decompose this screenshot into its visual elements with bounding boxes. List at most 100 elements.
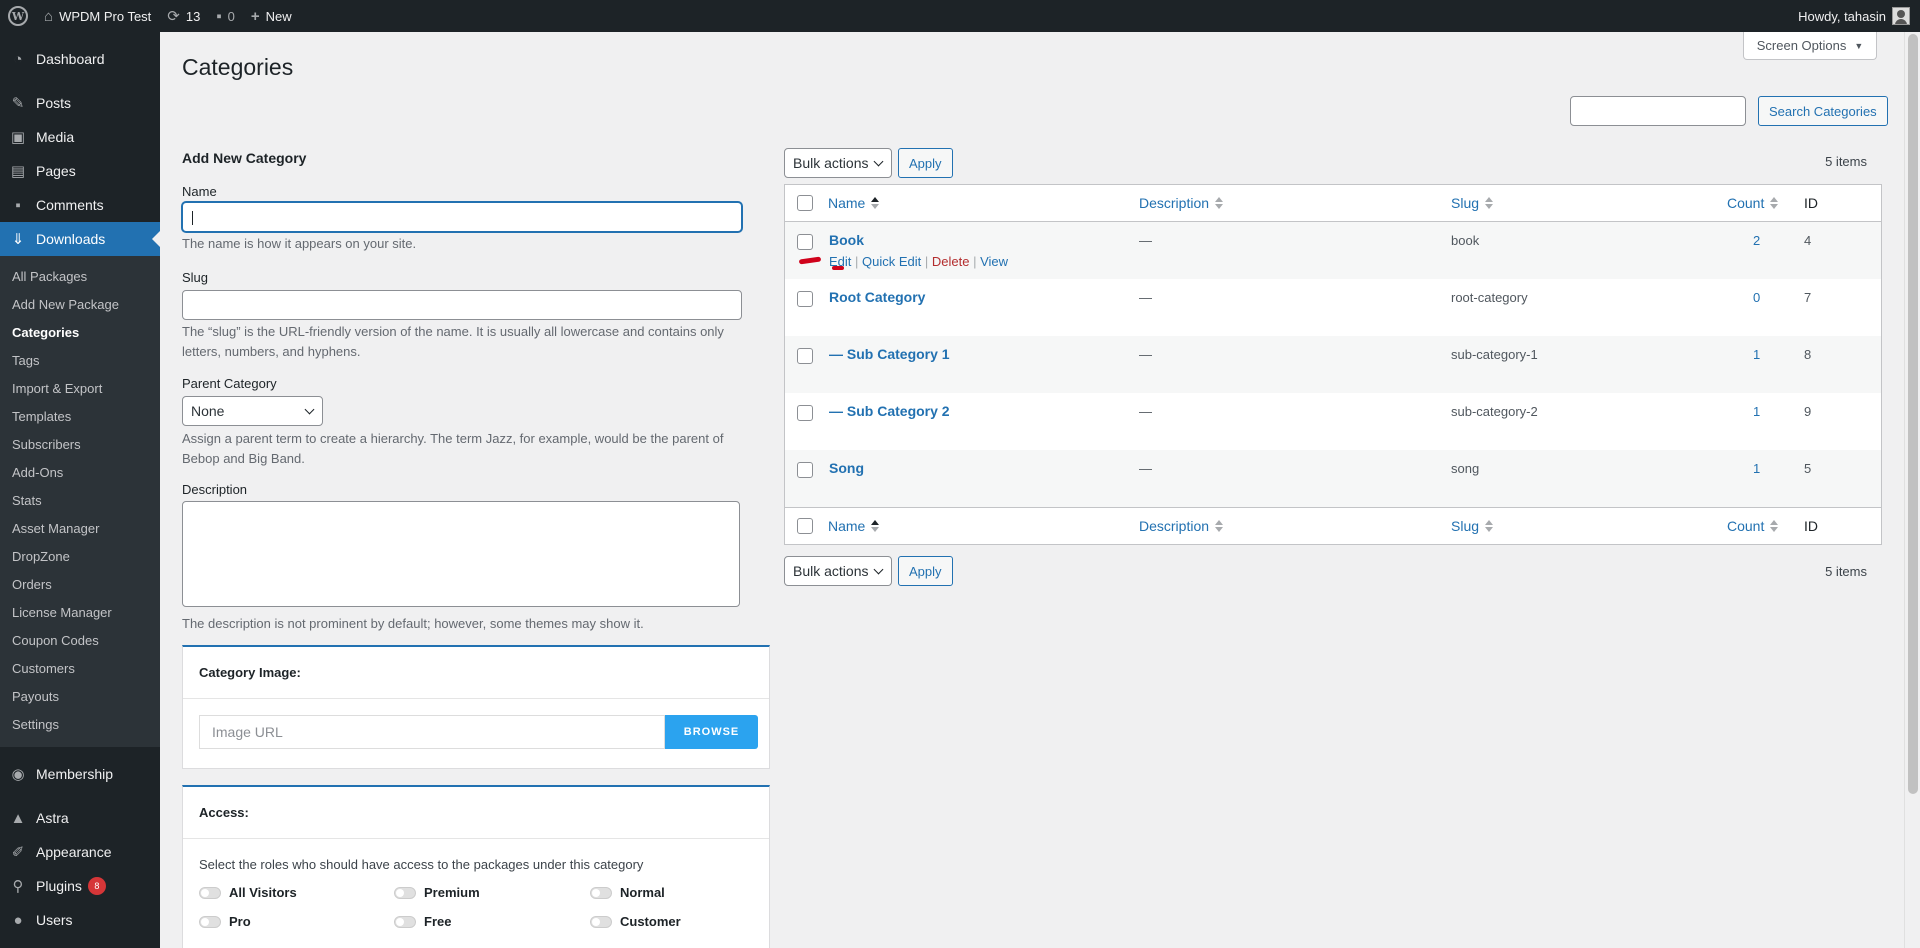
category-count-link[interactable]: 1 <box>1753 404 1760 419</box>
select-all-checkbox-footer[interactable] <box>797 518 813 534</box>
column-label: Description <box>1139 518 1210 534</box>
role-premium[interactable]: Premium <box>394 885 480 900</box>
toggle-switch[interactable] <box>199 886 221 899</box>
menu-plugins[interactable]: ⚲ Plugins 8 <box>0 869 160 903</box>
quick-edit-link[interactable]: Quick Edit <box>862 254 921 269</box>
search-categories-button[interactable]: Search Categories <box>1758 96 1888 126</box>
column-slug-footer[interactable]: Slug <box>1451 518 1494 534</box>
category-count-link[interactable]: 1 <box>1753 347 1760 362</box>
category-description: — <box>1139 290 1152 305</box>
role-normal[interactable]: Normal <box>590 885 665 900</box>
submenu-categories[interactable]: Categories <box>0 319 160 347</box>
submenu-asset-manager[interactable]: Asset Manager <box>0 515 160 543</box>
category-count-link[interactable]: 0 <box>1753 290 1760 305</box>
submenu-dropzone[interactable]: DropZone <box>0 543 160 571</box>
submenu-license-manager[interactable]: License Manager <box>0 599 160 627</box>
role-label: All Visitors <box>229 885 297 900</box>
apply-button-top[interactable]: Apply <box>898 148 953 178</box>
submenu-customers[interactable]: Customers <box>0 655 160 683</box>
scrollbar-thumb[interactable] <box>1908 34 1918 794</box>
my-account-link[interactable]: Howdy, tahasin <box>1798 7 1920 25</box>
sort-icon <box>1215 520 1224 532</box>
menu-comments[interactable]: ▪ Comments <box>0 188 160 222</box>
site-name-link[interactable]: ⌂ WPDM Pro Test <box>36 0 159 32</box>
menu-membership[interactable]: ◉ Membership <box>0 757 160 791</box>
toggle-switch[interactable] <box>394 886 416 899</box>
menu-pages[interactable]: ▤ Pages <box>0 154 160 188</box>
column-description-footer[interactable]: Description <box>1139 518 1224 534</box>
select-all-checkbox[interactable] <box>797 195 813 211</box>
menu-media[interactable]: ▣ Media <box>0 120 160 154</box>
menu-users[interactable]: ● Users <box>0 903 160 937</box>
row-checkbox[interactable] <box>797 291 813 307</box>
submenu-tags[interactable]: Tags <box>0 347 160 375</box>
slug-input[interactable] <box>182 290 742 320</box>
category-name-link[interactable]: Book <box>829 232 864 248</box>
comments-link[interactable]: ▪ 0 <box>208 0 243 32</box>
submenu-add-new-package[interactable]: Add New Package <box>0 291 160 319</box>
updates-link[interactable]: ⟳ 13 <box>159 0 208 32</box>
search-input[interactable] <box>1570 96 1746 126</box>
row-checkbox[interactable] <box>797 462 813 478</box>
bulk-actions-select-top[interactable]: Bulk actions <box>784 148 892 178</box>
category-name-link[interactable]: Root Category <box>829 289 925 305</box>
parent-category-select[interactable]: None <box>182 396 323 426</box>
submenu-templates[interactable]: Templates <box>0 403 160 431</box>
toggle-switch[interactable] <box>394 915 416 928</box>
membership-icon: ◉ <box>11 766 25 783</box>
submenu-subscribers[interactable]: Subscribers <box>0 431 160 459</box>
column-description-header[interactable]: Description <box>1139 195 1224 211</box>
toggle-switch[interactable] <box>590 886 612 899</box>
image-url-input[interactable]: Image URL <box>199 715 665 749</box>
role-all-visitors[interactable]: All Visitors <box>199 885 297 900</box>
menu-astra[interactable]: ▲ Astra <box>0 801 160 835</box>
column-slug-header[interactable]: Slug <box>1451 195 1494 211</box>
role-free[interactable]: Free <box>394 914 451 929</box>
updates-icon: ⟳ <box>167 8 180 25</box>
column-name-header[interactable]: Name <box>828 195 880 211</box>
description-textarea[interactable] <box>182 501 740 607</box>
column-name-footer[interactable]: Name <box>828 518 880 534</box>
column-count-footer[interactable]: Count <box>1727 518 1779 534</box>
add-new-category-heading: Add New Category <box>182 150 307 166</box>
apply-button-bottom[interactable]: Apply <box>898 556 953 586</box>
screen-options-button[interactable]: Screen Options ▼ <box>1743 32 1877 60</box>
category-name-link[interactable]: — Sub Category 2 <box>829 403 950 419</box>
submenu-import-export[interactable]: Import & Export <box>0 375 160 403</box>
category-count-link[interactable]: 2 <box>1753 233 1760 248</box>
new-content-link[interactable]: + New <box>243 0 300 32</box>
wordpress-logo-button[interactable]: W <box>0 0 36 32</box>
submenu-add-ons[interactable]: Add-Ons <box>0 459 160 487</box>
submenu-stats[interactable]: Stats <box>0 487 160 515</box>
browse-button[interactable]: BROWSE <box>665 715 758 749</box>
menu-downloads[interactable]: ⇓ Downloads <box>0 222 160 256</box>
row-checkbox[interactable] <box>797 348 813 364</box>
bulk-actions-select-bottom[interactable]: Bulk actions <box>784 556 892 586</box>
column-count-header[interactable]: Count <box>1727 195 1779 211</box>
toggle-switch[interactable] <box>199 915 221 928</box>
submenu-coupon-codes[interactable]: Coupon Codes <box>0 627 160 655</box>
admin-sidebar: ◔ Dashboard ✎ Posts ▣ Media ▤ Pages ▪ Co… <box>0 32 160 948</box>
page-title: Categories <box>182 54 294 80</box>
view-link[interactable]: View <box>980 254 1008 269</box>
submenu-all-packages[interactable]: All Packages <box>0 263 160 291</box>
submenu-payouts[interactable]: Payouts <box>0 683 160 711</box>
name-input[interactable] <box>182 202 742 232</box>
submenu-settings[interactable]: Settings <box>0 711 160 739</box>
page-scrollbar[interactable] <box>1904 32 1920 948</box>
role-pro[interactable]: Pro <box>199 914 251 929</box>
row-checkbox[interactable] <box>797 405 813 421</box>
category-name-link[interactable]: Song <box>829 460 864 476</box>
toggle-switch[interactable] <box>590 915 612 928</box>
menu-label: Membership <box>36 766 114 782</box>
submenu-orders[interactable]: Orders <box>0 571 160 599</box>
menu-appearance[interactable]: ✐ Appearance <box>0 835 160 869</box>
menu-posts[interactable]: ✎ Posts <box>0 86 160 120</box>
category-name-link[interactable]: — Sub Category 1 <box>829 346 950 362</box>
row-checkbox[interactable] <box>797 234 813 250</box>
category-count-link[interactable]: 1 <box>1753 461 1760 476</box>
delete-link[interactable]: Delete <box>932 254 970 269</box>
role-customer[interactable]: Customer <box>590 914 681 929</box>
table-row: — Sub Category 2 — sub-category-2 1 9 <box>785 393 1881 450</box>
menu-dashboard[interactable]: ◔ Dashboard <box>0 42 160 76</box>
